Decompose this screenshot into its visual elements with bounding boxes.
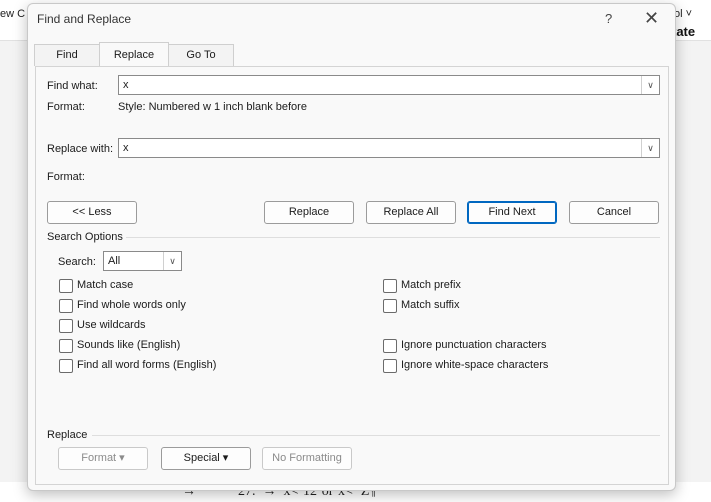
- tab-goto[interactable]: Go To: [168, 44, 234, 66]
- search-direction-select[interactable]: All ∨: [103, 251, 182, 271]
- ribbon-text-right: ol ˅: [674, 8, 693, 20]
- find-format-label: Format:: [47, 101, 85, 113]
- replace-format-label: Format:: [47, 171, 85, 183]
- search-options-heading: Search Options: [47, 231, 123, 243]
- special-button[interactable]: Special ▾: [161, 447, 251, 470]
- less-button[interactable]: << Less: [47, 201, 137, 224]
- tab-find[interactable]: Find: [34, 44, 100, 66]
- ribbon-text-left: ew C: [0, 8, 26, 20]
- find-what-value: x: [123, 79, 129, 91]
- search-direction-value: All: [108, 255, 121, 267]
- replace-section-heading: Replace: [47, 429, 88, 441]
- find-next-button[interactable]: Find Next: [467, 201, 557, 224]
- help-button[interactable]: ?: [605, 11, 612, 26]
- no-formatting-button[interactable]: No Formatting: [262, 447, 352, 470]
- replace-with-input[interactable]: x ∨: [118, 138, 660, 158]
- chevron-down-icon[interactable]: ∨: [163, 252, 181, 270]
- tab-replace[interactable]: Replace: [99, 42, 169, 66]
- dialog-title: Find and Replace: [37, 12, 132, 26]
- find-replace-dialog: Find and Replace ? ✕ Find Replace Go To …: [27, 3, 676, 491]
- chevron-down-icon[interactable]: ∨: [641, 139, 659, 157]
- replace-all-button[interactable]: Replace All: [366, 201, 456, 224]
- cancel-button[interactable]: Cancel: [569, 201, 659, 224]
- divider: [92, 435, 660, 436]
- close-icon[interactable]: ✕: [644, 8, 659, 29]
- search-direction-label: Search:: [58, 256, 96, 268]
- divider: [126, 237, 660, 238]
- find-what-input[interactable]: x ∨: [118, 75, 660, 95]
- replace-button[interactable]: Replace: [264, 201, 354, 224]
- replace-panel: Find what: x ∨ Format: Style: Numbered w…: [35, 66, 669, 485]
- replace-with-label: Replace with:: [47, 143, 114, 155]
- format-button[interactable]: Format ▾: [58, 447, 148, 470]
- find-what-label: Find what:: [47, 80, 98, 92]
- chevron-down-icon[interactable]: ∨: [641, 76, 659, 94]
- find-format-value: Style: Numbered w 1 inch blank before: [118, 101, 307, 113]
- replace-with-value: x: [123, 142, 129, 154]
